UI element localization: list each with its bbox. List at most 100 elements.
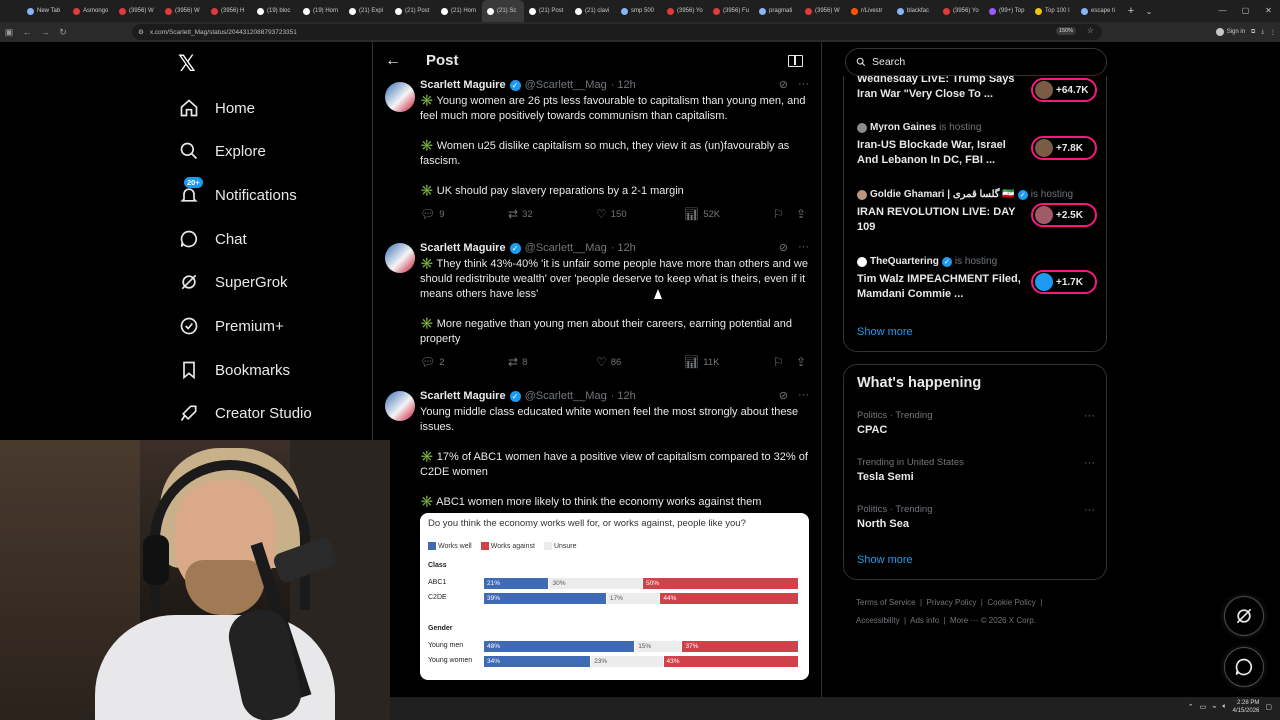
minimize-icon[interactable]: — bbox=[1211, 0, 1234, 22]
live-listener-pill[interactable]: +7.8K bbox=[1031, 136, 1097, 160]
new-tab-button[interactable]: + bbox=[1122, 5, 1140, 17]
nav-creator-studio[interactable]: Creator Studio bbox=[178, 399, 312, 427]
extensions-icon[interactable]: ⧉ bbox=[1251, 29, 1255, 36]
menu-icon[interactable]: ⋮ bbox=[1270, 29, 1276, 36]
like-button[interactable]: ♡ 86 bbox=[596, 356, 621, 368]
author-handle[interactable]: @Scarlett__Mag bbox=[525, 390, 607, 402]
browser-tab[interactable]: (21) Post bbox=[390, 0, 436, 22]
footer-link[interactable]: More ··· bbox=[950, 616, 978, 625]
chevron-up-icon[interactable]: ⌃ bbox=[1188, 703, 1194, 711]
network-icon[interactable]: ⌁ bbox=[1212, 703, 1216, 711]
share-button[interactable]: ⇪ bbox=[796, 208, 806, 220]
signin-button[interactable]: Sign in bbox=[1215, 28, 1245, 36]
footer-link[interactable]: Ads info bbox=[910, 616, 939, 625]
trend-item[interactable]: Politics · Trending CPAC ··· bbox=[857, 410, 1095, 436]
nav-chat[interactable]: Chat bbox=[178, 225, 247, 253]
live-show-more-link[interactable]: Show more bbox=[857, 326, 913, 338]
browser-tab[interactable]: (21) Sc bbox=[482, 0, 524, 22]
browser-tab[interactable]: New Tab bbox=[22, 0, 68, 22]
browser-tab[interactable]: escape ti bbox=[1076, 0, 1122, 22]
embedded-chart-image[interactable]: Do you think the economy works well for,… bbox=[420, 513, 809, 680]
grok-explain-icon[interactable]: ⊘ bbox=[779, 389, 788, 402]
avatar[interactable] bbox=[385, 82, 415, 112]
search-input[interactable]: Search bbox=[845, 48, 1107, 76]
bookmark-button[interactable]: ⚐ bbox=[773, 208, 784, 220]
browser-tab[interactable]: smp 500 bbox=[616, 0, 662, 22]
tab-search-icon[interactable]: ⌄ bbox=[1140, 7, 1158, 16]
bookmark-button[interactable]: ⚐ bbox=[773, 356, 784, 368]
browser-tab[interactable]: (21) Hom bbox=[436, 0, 482, 22]
live-listener-pill[interactable]: +64.7K bbox=[1031, 78, 1097, 102]
more-options-icon[interactable]: ··· bbox=[1084, 504, 1095, 516]
avatar[interactable] bbox=[385, 243, 415, 273]
sidebar-toggle-icon[interactable]: ▣ bbox=[0, 27, 18, 38]
live-item[interactable]: Wednesday LIVE: Trump Says Iran War "Ver… bbox=[857, 76, 1097, 102]
views-button[interactable]: 📊︎ 52K bbox=[684, 208, 720, 220]
grok-fab[interactable] bbox=[1224, 596, 1264, 636]
grok-explain-icon[interactable]: ⊘ bbox=[779, 241, 788, 254]
messages-fab[interactable] bbox=[1224, 647, 1264, 687]
trend-item[interactable]: Trending in United States Tesla Semi ··· bbox=[857, 457, 1095, 483]
nav-home[interactable]: Home bbox=[178, 94, 255, 122]
author-name[interactable]: Scarlett Maguire bbox=[420, 242, 506, 254]
like-button[interactable]: ♡ 150 bbox=[596, 208, 627, 220]
volume-icon[interactable]: 🔈︎ bbox=[1222, 703, 1226, 711]
more-options-icon[interactable]: ··· bbox=[1084, 410, 1095, 422]
avatar[interactable] bbox=[385, 391, 415, 421]
more-options-icon[interactable]: ··· bbox=[1084, 457, 1095, 469]
browser-tab[interactable]: (21) Expl bbox=[344, 0, 390, 22]
browser-tab[interactable]: (3956) Yo bbox=[938, 0, 984, 22]
download-icon[interactable]: ⤓ bbox=[1261, 29, 1264, 36]
browser-tab[interactable]: r/Livestr bbox=[846, 0, 892, 22]
repost-button[interactable]: ⇄ 8 bbox=[508, 356, 527, 368]
browser-tab[interactable]: Top 100 I bbox=[1030, 0, 1076, 22]
footer-link[interactable]: Accessibility bbox=[856, 616, 900, 625]
nav-premium[interactable]: Premium+ bbox=[178, 312, 284, 340]
browser-tab[interactable]: (3956) Fu bbox=[708, 0, 754, 22]
nav-notifications[interactable]: 20+ Notifications bbox=[178, 177, 297, 209]
tweet-time[interactable]: · 12h bbox=[611, 390, 636, 402]
author-handle[interactable]: @Scarlett__Mag bbox=[525, 242, 607, 254]
share-button[interactable]: ⇪ bbox=[796, 356, 806, 368]
footer-link[interactable]: Terms of Service bbox=[856, 598, 916, 607]
trends-show-more-link[interactable]: Show more bbox=[857, 554, 913, 566]
browser-tab[interactable]: (21) Post bbox=[524, 0, 570, 22]
repost-button[interactable]: ⇄ 32 bbox=[508, 208, 533, 220]
browser-tab[interactable]: (21) clavi bbox=[570, 0, 616, 22]
reader-mode-icon[interactable] bbox=[788, 55, 803, 67]
author-handle[interactable]: @Scarlett__Mag bbox=[525, 79, 607, 91]
reload-icon[interactable]: ↻ bbox=[54, 27, 72, 38]
footer-link[interactable]: Privacy Policy bbox=[927, 598, 977, 607]
live-listener-pill[interactable]: +1.7K bbox=[1031, 270, 1097, 294]
trend-item[interactable]: Politics · Trending North Sea ··· bbox=[857, 504, 1095, 530]
live-item[interactable]: TheQuartering ✓ is hosting Tim Walz IMPEAC… bbox=[857, 255, 1097, 302]
more-options-icon[interactable]: ··· bbox=[798, 78, 809, 91]
author-name[interactable]: Scarlett Maguire bbox=[420, 390, 506, 402]
more-options-icon[interactable]: ··· bbox=[798, 241, 809, 254]
browser-tab[interactable]: (3956) Yo bbox=[662, 0, 708, 22]
bookmark-star-icon[interactable]: ☆ bbox=[1087, 26, 1094, 35]
nav-supergrok[interactable]: SuperGrok bbox=[178, 268, 288, 296]
x-logo[interactable]: 𝕏 bbox=[178, 52, 196, 77]
tweet-time[interactable]: · 12h bbox=[611, 79, 636, 91]
grok-explain-icon[interactable]: ⊘ bbox=[779, 78, 788, 91]
back-icon[interactable]: ← bbox=[18, 27, 36, 37]
browser-tab[interactable]: Asmongo bbox=[68, 0, 114, 22]
author-name[interactable]: Scarlett Maguire bbox=[420, 79, 506, 91]
nav-explore[interactable]: Explore bbox=[178, 137, 266, 165]
live-listener-pill[interactable]: +2.5K bbox=[1031, 203, 1097, 227]
views-button[interactable]: 📊︎ 11K bbox=[684, 356, 719, 368]
browser-tab[interactable]: pragmati bbox=[754, 0, 800, 22]
browser-tab[interactable]: (99+) Top bbox=[984, 0, 1030, 22]
clock[interactable]: 2:28 PM 4/15/2026 bbox=[1233, 699, 1260, 715]
browser-tab[interactable]: (19) bloc bbox=[252, 0, 298, 22]
zoom-badge[interactable]: 150% bbox=[1055, 27, 1076, 35]
address-bar[interactable]: ⚙ x.com/Scarlett_Mag/status/204431208879… bbox=[132, 24, 1102, 40]
browser-tab[interactable]: (3956) H bbox=[206, 0, 252, 22]
notifications-icon[interactable]: ▢ bbox=[1265, 703, 1272, 711]
browser-tab[interactable]: blackfac bbox=[892, 0, 938, 22]
browser-tab[interactable]: (3956) W bbox=[160, 0, 206, 22]
more-options-icon[interactable]: ··· bbox=[798, 389, 809, 402]
tweet-time[interactable]: · 12h bbox=[611, 242, 636, 254]
forward-icon[interactable]: → bbox=[36, 27, 54, 37]
